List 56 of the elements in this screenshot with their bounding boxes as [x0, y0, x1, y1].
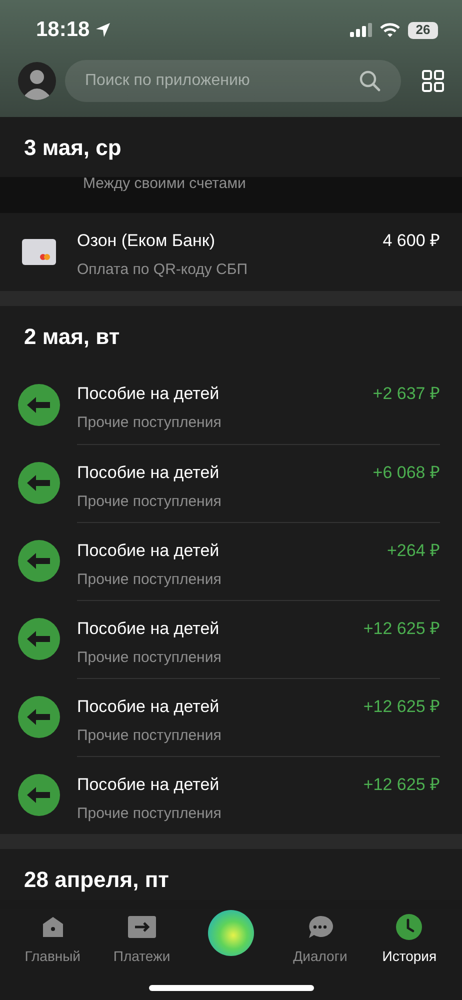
transaction-subtitle: Между своими счетами: [83, 177, 246, 192]
transaction-subtitle: Прочие поступления: [77, 726, 222, 746]
chat-bubble-icon: [307, 915, 334, 939]
transaction-row[interactable]: Пособие на детей Прочие поступления +2 637 ₽: [0, 366, 462, 444]
transaction-subtitle: Прочие поступления: [77, 570, 222, 590]
tab[interactable]: История: [364, 908, 454, 967]
signal-icon: [350, 23, 372, 37]
wifi-icon: [380, 22, 400, 38]
transaction-title: Пособие на детей: [77, 618, 220, 640]
assistant-orb-button[interactable]: [208, 910, 254, 956]
arrow-left-icon: [18, 384, 60, 426]
transaction-amount: +12 625 ₽: [363, 696, 440, 718]
transaction-row[interactable]: Пособие на детей Прочие поступления +12 625 ₽: [0, 600, 462, 678]
location-arrow-icon: [94, 21, 112, 39]
house-icon: [40, 915, 65, 939]
transaction-row[interactable]: Озон (Еком Банк) Оплата по QR-коду СБП 4 600 ₽: [0, 213, 462, 291]
transaction-row[interactable]: Пособие на детей Прочие поступления +6 068 ₽: [0, 444, 462, 522]
transaction-title: Пособие на детей: [77, 696, 220, 718]
search-icon: [359, 70, 381, 92]
battery-indicator: 26: [408, 22, 438, 38]
transaction-row[interactable]: Пособие на детей Прочие поступления +12 625 ₽: [0, 756, 462, 834]
status-time: 18:18: [36, 17, 90, 44]
tab[interactable]: Платежи: [97, 908, 186, 967]
transaction-subtitle: Прочие поступления: [77, 804, 222, 824]
transaction-title: Пособие на детей: [77, 462, 220, 484]
transaction-subtitle: Оплата по QR-коду СБП: [77, 260, 249, 280]
transaction-row[interactable]: Пособие на детей Прочие поступления +12 625 ₽: [0, 678, 462, 756]
transaction-row[interactable]: Пособие на детей Прочие поступления +264 ₽: [0, 522, 462, 600]
transaction-amount: +2 637 ₽: [372, 383, 440, 405]
arrow-left-icon: [18, 696, 60, 738]
transaction-amount: +12 625 ₽: [363, 618, 440, 640]
tab[interactable]: Главный: [8, 908, 98, 967]
transaction-title: Пособие на детей: [77, 774, 220, 796]
tab[interactable]: Диалоги: [276, 908, 365, 967]
transaction-amount: +12 625 ₽: [363, 774, 440, 796]
date-heading: 3 мая, ср: [23, 134, 122, 162]
arrow-left-icon: [18, 774, 60, 816]
transaction-title: Пособие на детей: [77, 383, 220, 405]
bank-card-icon: [22, 239, 56, 265]
transaction-title: Озон (Еком Банк): [77, 230, 216, 252]
transaction-amount: +264 ₽: [386, 540, 440, 562]
arrow-left-icon: [18, 618, 60, 660]
transaction-subtitle: Прочие поступления: [77, 412, 222, 432]
transaction-title: Пособие на детей: [77, 540, 220, 562]
arrow-left-icon: [18, 540, 60, 582]
grid-menu-icon[interactable]: [422, 70, 444, 92]
arrow-box-icon: [128, 916, 156, 938]
date-heading: 2 мая, вт: [23, 322, 121, 350]
clock-icon: [396, 914, 422, 940]
transaction-subtitle: Прочие поступления: [77, 648, 222, 668]
arrow-left-icon: [18, 462, 60, 504]
date-heading: 28 апреля, пт: [23, 866, 170, 894]
transaction-amount: +6 068 ₽: [372, 462, 440, 484]
transaction-subtitle: Прочие поступления: [77, 492, 222, 512]
transaction-amount: 4 600 ₽: [382, 230, 440, 252]
avatar-icon[interactable]: [18, 62, 56, 100]
